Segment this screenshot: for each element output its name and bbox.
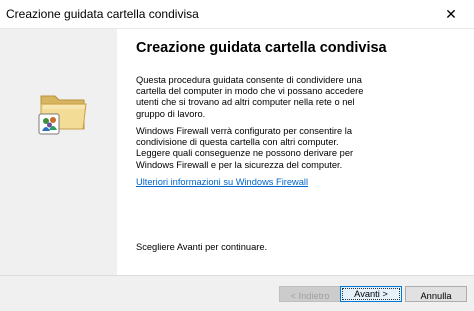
page-heading: Creazione guidata cartella condivisa	[136, 40, 387, 56]
close-icon: ✕	[445, 5, 457, 22]
button-bar: < Indietro Avanti > Annulla	[0, 275, 474, 311]
firewall-info-link[interactable]: Ulteriori informazioni su Windows Firewa…	[136, 177, 308, 187]
intro-paragraph: Questa procedura guidata consente di con…	[136, 75, 364, 119]
shared-folder-users-icon	[38, 95, 87, 135]
next-button-label: Avanti >	[354, 289, 388, 299]
next-button[interactable]: Avanti >	[340, 286, 402, 302]
wizard-sidebar	[0, 29, 117, 275]
title-bar: Creazione guidata cartella condivisa ✕	[0, 0, 474, 29]
window-title: Creazione guidata cartella condivisa	[6, 7, 199, 21]
close-button[interactable]: ✕	[428, 0, 474, 28]
continue-instruction: Scegliere Avanti per continuare.	[136, 242, 268, 252]
firewall-paragraph: Windows Firewall verrà configurato per c…	[136, 126, 354, 170]
wizard-content: Creazione guidata cartella condivisa Que…	[117, 29, 474, 275]
cancel-button[interactable]: Annulla	[405, 286, 467, 302]
back-button[interactable]: < Indietro	[279, 286, 341, 302]
